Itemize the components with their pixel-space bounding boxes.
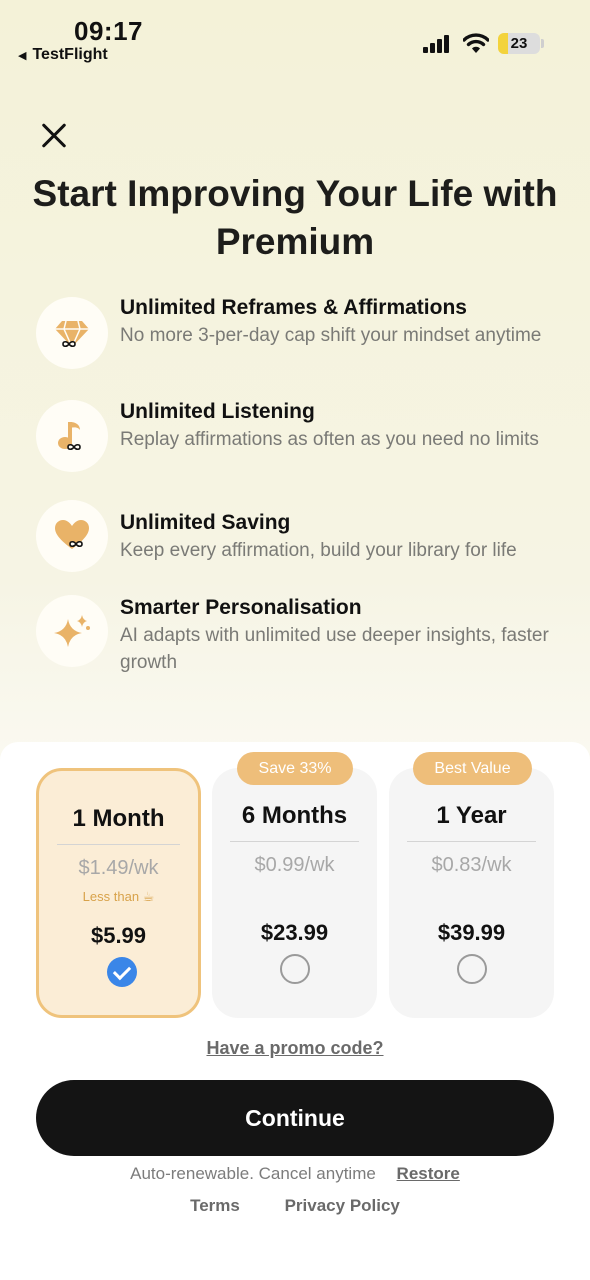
cellular-signal-icon: [423, 35, 451, 53]
status-bar: 09:17 ◀ TestFlight 23: [0, 0, 590, 70]
feature-description: AI adapts with unlimited use deeper insi…: [120, 625, 549, 673]
promo-code-link[interactable]: Have a promo code?: [0, 1038, 590, 1059]
plan-name: 1 Month: [72, 805, 165, 832]
battery-icon: 23: [498, 33, 540, 54]
plan-badge-best-value: Best Value: [413, 752, 532, 785]
plan-weekly-price: $0.99/wk: [254, 854, 335, 876]
plan-total-price: $5.99: [90, 923, 147, 948]
plan-divider: [57, 844, 180, 845]
footer-links-row: Terms Privacy Policy: [0, 1196, 590, 1216]
battery-tip: [541, 39, 544, 48]
feature-title: Unlimited Saving: [120, 511, 291, 534]
plan-badge-save: Save 33%: [237, 752, 353, 785]
status-time: 09:17: [74, 16, 143, 46]
feature-description: No more 3-per-day cap shift your mindset…: [120, 325, 542, 346]
footer-renewal-row: Auto-renewable. Cancel anytime Restore: [0, 1164, 590, 1184]
plan-total-price: $39.99: [437, 920, 506, 945]
plan-divider: [407, 841, 536, 842]
plan-name: 1 Year: [436, 802, 507, 829]
battery-percent: 23: [510, 35, 528, 52]
music-note-infinity-icon: [36, 400, 108, 472]
plan-note: Less than ☕: [82, 889, 155, 904]
plan-card-1-year[interactable]: 1 Year $0.83/wk $39.99: [389, 768, 554, 1018]
plan-divider: [230, 841, 359, 842]
plan-radio-icon[interactable]: [280, 954, 310, 984]
back-to-app-link[interactable]: ◀ TestFlight: [18, 46, 108, 64]
plan-total-price: $23.99: [260, 920, 329, 945]
plan-weekly-price: $1.49/wk: [78, 857, 159, 879]
wifi-icon: [462, 32, 490, 54]
back-app-label: TestFlight: [32, 46, 108, 63]
feature-description: Replay affirmations as often as you need…: [120, 429, 539, 450]
sparkles-icon: [36, 595, 108, 667]
continue-button[interactable]: Continue: [36, 1080, 554, 1156]
restore-link[interactable]: Restore: [397, 1164, 460, 1183]
page-title: Start Improving Your Life with Premium: [32, 173, 558, 262]
close-icon[interactable]: [36, 118, 72, 154]
plan-card-6-months[interactable]: 6 Months $0.99/wk $23.99: [212, 768, 377, 1018]
back-triangle-icon: ◀: [18, 49, 27, 62]
feature-description: Keep every affirmation, build your libra…: [120, 540, 517, 561]
feature-title: Smarter Personalisation: [120, 596, 362, 619]
diamond-infinity-icon: [36, 297, 108, 369]
plan-radio-icon[interactable]: [457, 954, 487, 984]
heart-infinity-icon: [36, 500, 108, 572]
auto-renew-text: Auto-renewable. Cancel anytime: [130, 1164, 376, 1183]
feature-title: Unlimited Listening: [120, 400, 315, 423]
feature-title: Unlimited Reframes & Affirmations: [120, 296, 467, 319]
privacy-policy-link[interactable]: Privacy Policy: [285, 1196, 400, 1215]
plan-radio-checked-icon[interactable]: [107, 957, 137, 987]
plan-name: 6 Months: [241, 802, 348, 829]
plan-card-1-month[interactable]: 1 Month $1.49/wk Less than ☕ $5.99: [36, 768, 201, 1018]
plan-weekly-price: $0.83/wk: [431, 854, 512, 876]
terms-link[interactable]: Terms: [190, 1196, 240, 1215]
